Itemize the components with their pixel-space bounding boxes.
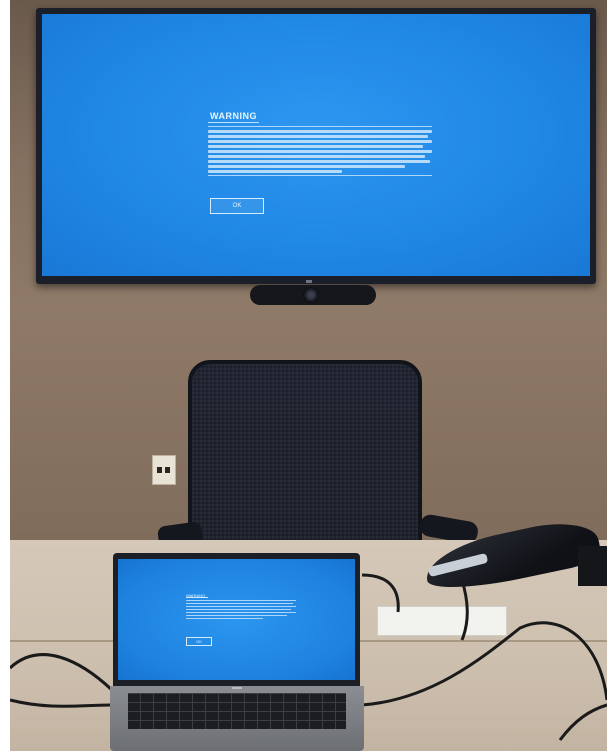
laptop: WARNING OK — [113, 553, 360, 686]
laptop-warning-dialog: WARNING OK — [186, 593, 296, 646]
laptop-ok-button[interactable]: OK — [186, 637, 212, 646]
conference-room-photo: WARNING OK WARNING OK — [0, 0, 607, 751]
laptop-warning-title: WARNING — [186, 593, 208, 598]
laptop-brand-logo — [232, 687, 242, 689]
photo-border — [0, 0, 10, 751]
laptop-keyboard-rows — [128, 693, 346, 729]
laptop-screen: WARNING OK — [118, 559, 355, 680]
